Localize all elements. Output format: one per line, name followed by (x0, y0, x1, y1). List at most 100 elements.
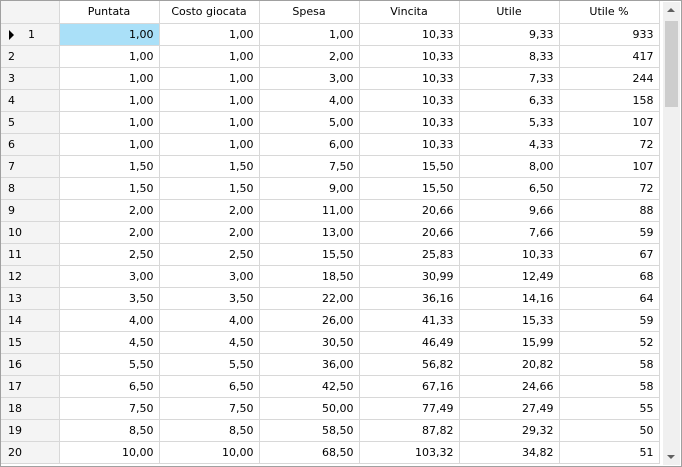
cell-utile[interactable]: 6,50 (459, 177, 560, 200)
cell-puntata[interactable]: 2,50 (59, 243, 160, 266)
cell-utile-percent[interactable]: 52 (559, 331, 660, 354)
table-row[interactable]: 19 8,50 8,50 58,50 87,82 29,32 50 (1, 419, 660, 442)
row-header[interactable]: 19 (1, 419, 60, 442)
cell-puntata[interactable]: 6,50 (59, 375, 160, 398)
cell-spesa[interactable]: 26,00 (259, 309, 360, 332)
cell-utile[interactable]: 20,82 (459, 353, 560, 376)
cell-puntata[interactable]: 4,00 (59, 309, 160, 332)
column-header-spesa[interactable]: Spesa (259, 1, 360, 24)
cell-vincita[interactable]: 20,66 (359, 221, 460, 244)
cell-puntata[interactable]: 3,00 (59, 265, 160, 288)
cell-utile-percent[interactable]: 72 (559, 177, 660, 200)
cell-puntata[interactable]: 7,50 (59, 397, 160, 420)
cell-utile[interactable]: 10,33 (459, 243, 560, 266)
cell-utile-percent[interactable]: 59 (559, 221, 660, 244)
cell-utile[interactable]: 12,49 (459, 265, 560, 288)
cell-costo-giocata[interactable]: 2,50 (159, 243, 260, 266)
cell-puntata[interactable]: 3,50 (59, 287, 160, 310)
cell-vincita[interactable]: 15,50 (359, 177, 460, 200)
cell-vincita[interactable]: 46,49 (359, 331, 460, 354)
cell-spesa[interactable]: 7,50 (259, 155, 360, 178)
cell-utile-percent[interactable]: 58 (559, 375, 660, 398)
row-header[interactable]: 2 (1, 45, 60, 68)
table-row[interactable]: 12 3,00 3,00 18,50 30,99 12,49 68 (1, 265, 660, 288)
table-row[interactable]: 20 10,00 10,00 68,50 103,32 34,82 51 (1, 441, 660, 464)
cell-spesa[interactable]: 50,00 (259, 397, 360, 420)
cell-spesa[interactable]: 4,00 (259, 89, 360, 112)
scroll-down-button[interactable] (663, 448, 680, 465)
cell-puntata[interactable]: 1,50 (59, 155, 160, 178)
cell-vincita[interactable]: 20,66 (359, 199, 460, 222)
cell-vincita[interactable]: 10,33 (359, 45, 460, 68)
cell-utile-percent[interactable]: 59 (559, 309, 660, 332)
table-row[interactable]: 2 1,00 1,00 2,00 10,33 8,33 417 (1, 45, 660, 68)
cell-utile-percent[interactable]: 72 (559, 133, 660, 156)
cell-utile[interactable]: 27,49 (459, 397, 560, 420)
table-row[interactable]: 17 6,50 6,50 42,50 67,16 24,66 58 (1, 375, 660, 398)
cell-vincita[interactable]: 30,99 (359, 265, 460, 288)
cell-utile[interactable]: 8,00 (459, 155, 560, 178)
cell-vincita[interactable]: 10,33 (359, 111, 460, 134)
cell-vincita[interactable]: 36,16 (359, 287, 460, 310)
table-row[interactable]: 16 5,50 5,50 36,00 56,82 20,82 58 (1, 353, 660, 376)
cell-spesa[interactable]: 18,50 (259, 265, 360, 288)
row-header[interactable]: 12 (1, 265, 60, 288)
table-row[interactable]: 11 2,50 2,50 15,50 25,83 10,33 67 (1, 243, 660, 266)
cell-costo-giocata[interactable]: 5,50 (159, 353, 260, 376)
cell-utile[interactable]: 34,82 (459, 441, 560, 464)
cell-puntata[interactable]: 1,00 (59, 67, 160, 90)
cell-spesa[interactable]: 11,00 (259, 199, 360, 222)
cell-vincita[interactable]: 25,83 (359, 243, 460, 266)
row-header[interactable]: 1 (1, 23, 60, 46)
cell-costo-giocata[interactable]: 1,50 (159, 177, 260, 200)
cell-spesa[interactable]: 1,00 (259, 23, 360, 46)
row-header[interactable]: 20 (1, 441, 60, 464)
cell-spesa[interactable]: 5,00 (259, 111, 360, 134)
table-row[interactable]: 8 1,50 1,50 9,00 15,50 6,50 72 (1, 177, 660, 200)
cell-utile[interactable]: 9,66 (459, 199, 560, 222)
cell-spesa[interactable]: 3,00 (259, 67, 360, 90)
cell-utile-percent[interactable]: 67 (559, 243, 660, 266)
row-header[interactable]: 7 (1, 155, 60, 178)
cell-vincita[interactable]: 15,50 (359, 155, 460, 178)
table-row[interactable]: 7 1,50 1,50 7,50 15,50 8,00 107 (1, 155, 660, 178)
table-row[interactable]: 10 2,00 2,00 13,00 20,66 7,66 59 (1, 221, 660, 244)
cell-costo-giocata[interactable]: 1,00 (159, 45, 260, 68)
cell-puntata[interactable]: 1,00 (59, 89, 160, 112)
cell-puntata[interactable]: 5,50 (59, 353, 160, 376)
cell-utile[interactable]: 15,99 (459, 331, 560, 354)
cell-vincita[interactable]: 56,82 (359, 353, 460, 376)
cell-vincita[interactable]: 10,33 (359, 89, 460, 112)
cell-spesa[interactable]: 22,00 (259, 287, 360, 310)
cell-utile-percent[interactable]: 107 (559, 155, 660, 178)
cell-utile[interactable]: 9,33 (459, 23, 560, 46)
cell-costo-giocata[interactable]: 3,00 (159, 265, 260, 288)
row-header[interactable]: 11 (1, 243, 60, 266)
cell-utile-percent[interactable]: 51 (559, 441, 660, 464)
table-row[interactable]: 1 1,00 1,00 1,00 10,33 9,33 933 (1, 23, 660, 46)
row-header[interactable]: 9 (1, 199, 60, 222)
cell-utile-percent[interactable]: 933 (559, 23, 660, 46)
cell-vincita[interactable]: 67,16 (359, 375, 460, 398)
table-row[interactable]: 5 1,00 1,00 5,00 10,33 5,33 107 (1, 111, 660, 134)
cell-utile-percent[interactable]: 68 (559, 265, 660, 288)
table-row[interactable]: 3 1,00 1,00 3,00 10,33 7,33 244 (1, 67, 660, 90)
cell-utile-percent[interactable]: 244 (559, 67, 660, 90)
cell-spesa[interactable]: 30,50 (259, 331, 360, 354)
scroll-thumb[interactable] (665, 21, 678, 107)
cell-utile[interactable]: 5,33 (459, 111, 560, 134)
cell-costo-giocata[interactable]: 10,00 (159, 441, 260, 464)
row-header[interactable]: 5 (1, 111, 60, 134)
table-row[interactable]: 14 4,00 4,00 26,00 41,33 15,33 59 (1, 309, 660, 332)
cell-utile-percent[interactable]: 50 (559, 419, 660, 442)
table-row[interactable]: 13 3,50 3,50 22,00 36,16 14,16 64 (1, 287, 660, 310)
column-header-costo-giocata[interactable]: Costo giocata (159, 1, 260, 24)
cell-utile-percent[interactable]: 88 (559, 199, 660, 222)
cell-spesa[interactable]: 36,00 (259, 353, 360, 376)
table-row[interactable]: 4 1,00 1,00 4,00 10,33 6,33 158 (1, 89, 660, 112)
cell-puntata[interactable]: 2,00 (59, 199, 160, 222)
column-header-utile[interactable]: Utile (459, 1, 560, 24)
row-header[interactable]: 4 (1, 89, 60, 112)
cell-spesa[interactable]: 13,00 (259, 221, 360, 244)
cell-utile[interactable]: 24,66 (459, 375, 560, 398)
